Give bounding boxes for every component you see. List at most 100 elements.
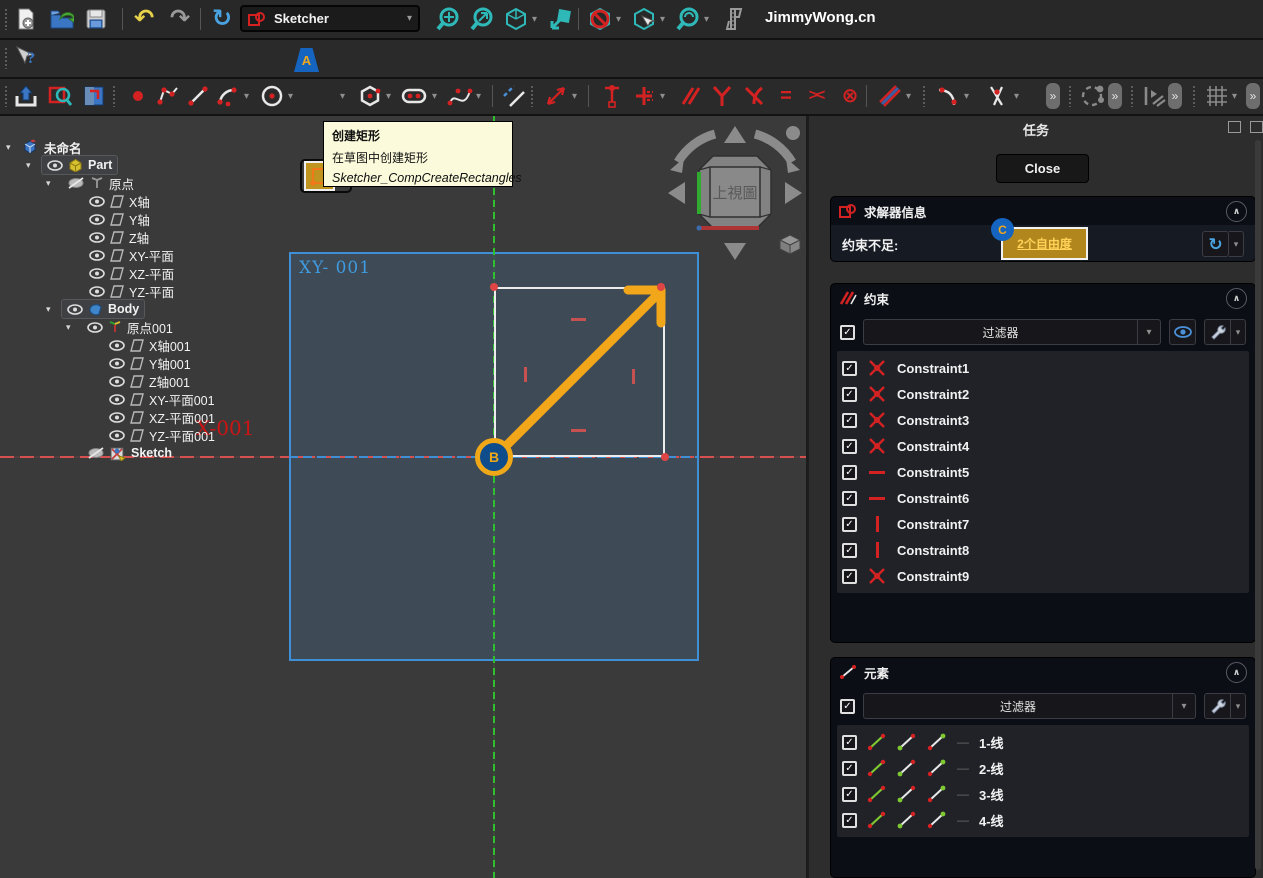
constraints-filter-checkbox[interactable] [840, 325, 855, 340]
float-panel-icon[interactable] [1250, 121, 1263, 133]
hidden-eye-icon[interactable] [67, 177, 85, 189]
visible-eye-icon[interactable] [47, 160, 63, 171]
tree-item-xzplane[interactable]: XZ-平面 [129, 264, 174, 283]
visible-eye-icon[interactable] [67, 304, 83, 315]
navcube-rotate-ccw-arrow[interactable] [678, 134, 715, 162]
constraint-row[interactable]: Constraint6 [837, 485, 1249, 511]
visible-eye-icon[interactable] [109, 376, 125, 387]
constraint-row[interactable]: Constraint8 [837, 537, 1249, 563]
tree-item-sketch[interactable]: Sketch [131, 446, 172, 460]
tree-item-origin001[interactable]: 原点001 [127, 318, 173, 337]
navcube-rotate-cw-arrow[interactable] [755, 134, 792, 162]
tree-item-yaxis[interactable]: Y轴 [129, 210, 150, 229]
slot-dropdown[interactable] [428, 82, 441, 110]
model-tree[interactable]: 未命名 Part 原点 X轴 Y轴 Z轴 [0, 138, 300, 472]
visible-eye-icon[interactable] [89, 250, 105, 261]
create-polyline-button[interactable] [154, 82, 182, 110]
constraint-checkbox[interactable] [842, 361, 857, 376]
toolbar-overflow-button[interactable] [1246, 83, 1260, 109]
fillet-button[interactable] [934, 82, 962, 110]
visible-eye-icon[interactable] [109, 394, 125, 405]
toolbar-grip[interactable] [4, 47, 9, 69]
expand-caret[interactable] [66, 322, 71, 333]
toolbar-grip[interactable] [112, 85, 117, 107]
toolbar-grip[interactable] [530, 85, 535, 107]
collapse-chevron-icon[interactable] [1226, 662, 1247, 683]
constraints-settings-button[interactable] [1204, 319, 1231, 345]
fit-all-button[interactable] [434, 5, 462, 33]
tree-item-zaxis[interactable]: Z轴 [129, 228, 149, 247]
expand-caret[interactable] [46, 178, 51, 189]
horizontal-vertical-dropdown[interactable] [656, 82, 669, 110]
tree-item-yzplane[interactable]: YZ-平面 [129, 282, 174, 301]
constraint-checkbox[interactable] [842, 413, 857, 428]
constraints-settings-dropdown[interactable] [1231, 319, 1246, 345]
tree-item-xzplane001[interactable]: XZ-平面001 [149, 408, 215, 427]
fillet-dropdown[interactable] [960, 82, 973, 110]
solver-update-dropdown[interactable] [1229, 231, 1244, 257]
vertex-point[interactable] [661, 453, 669, 461]
constraint-row[interactable]: Constraint2 [837, 381, 1249, 407]
elements-settings-button[interactable] [1204, 693, 1231, 719]
elements-settings-dropdown[interactable] [1231, 693, 1246, 719]
filter-dropdown-arrow[interactable] [1172, 694, 1195, 718]
constraint-checkbox[interactable] [842, 387, 857, 402]
create-polygon-button[interactable] [356, 82, 384, 110]
visible-eye-icon[interactable] [89, 286, 105, 297]
polygon-dropdown[interactable] [382, 82, 395, 110]
elements-filter-select[interactable]: 过滤器 [863, 693, 1196, 719]
constrain-equal-button[interactable]: = [772, 82, 800, 110]
new-document-button[interactable] [12, 5, 40, 33]
create-circle-button[interactable] [258, 82, 286, 110]
tree-item-origin[interactable]: 原点 [109, 174, 134, 193]
create-arc-button[interactable] [214, 82, 242, 110]
mirror-symmetry-button[interactable] [1140, 82, 1168, 110]
tree-item-xaxis[interactable]: X轴 [129, 192, 150, 211]
show-hide-constraints-button[interactable] [1169, 319, 1196, 345]
tree-item-document[interactable]: 未命名 [44, 138, 82, 157]
visible-eye-icon[interactable] [87, 322, 103, 333]
toolbar-grip[interactable] [1192, 85, 1197, 107]
redo-button[interactable]: ↷ [166, 5, 194, 33]
view-section-button[interactable] [80, 82, 108, 110]
navigation-cube[interactable]: 上視圖 [660, 118, 806, 268]
element-row[interactable]: — 2-线 [837, 755, 1249, 781]
constraint-row[interactable]: Constraint5 [837, 459, 1249, 485]
element-checkbox[interactable] [842, 813, 857, 828]
element-checkbox[interactable] [842, 761, 857, 776]
element-selection-dropdown[interactable] [656, 5, 669, 33]
visible-eye-icon[interactable] [89, 214, 105, 225]
circle-dropdown[interactable] [284, 82, 297, 110]
visible-eye-icon[interactable] [109, 430, 125, 441]
expand-caret[interactable] [6, 142, 11, 153]
constrain-tangent-button[interactable] [740, 82, 768, 110]
dock-panel-icon[interactable] [1228, 121, 1241, 133]
toolbar-overflow-button[interactable] [1108, 83, 1122, 109]
filter-dropdown-arrow[interactable] [1137, 320, 1160, 344]
dimension-button[interactable] [542, 82, 570, 110]
toolbar-grip[interactable] [1130, 85, 1135, 107]
tree-item-body[interactable]: Body [108, 302, 139, 316]
grid-dropdown[interactable] [1228, 82, 1241, 110]
element-checkbox[interactable] [842, 735, 857, 750]
zoom-tools-dropdown[interactable] [700, 5, 713, 33]
toolbar-grip[interactable] [1068, 85, 1073, 107]
distance-dropdown[interactable] [902, 82, 915, 110]
dimension-dropdown[interactable] [568, 82, 581, 110]
constrain-block-button[interactable]: ⊗ [836, 82, 864, 110]
expand-caret[interactable] [46, 304, 51, 315]
save-button[interactable] [82, 5, 110, 33]
element-checkbox[interactable] [842, 787, 857, 802]
arc-dropdown[interactable] [240, 82, 253, 110]
leave-sketch-button[interactable] [12, 82, 40, 110]
element-row[interactable]: — 1-线 [837, 729, 1249, 755]
constrain-coincident-button[interactable] [598, 82, 626, 110]
clipping-plane-button[interactable] [586, 5, 614, 33]
toolbar-overflow-button[interactable] [1046, 83, 1060, 109]
tree-item-part[interactable]: Part [88, 158, 112, 172]
visible-eye-icon[interactable] [109, 340, 125, 351]
constraints-filter-select[interactable]: 过滤器 [863, 319, 1161, 345]
element-row[interactable]: — 3-线 [837, 781, 1249, 807]
constrain-distance-button[interactable] [876, 82, 904, 110]
constrain-horizontal-vertical-button[interactable] [630, 82, 658, 110]
